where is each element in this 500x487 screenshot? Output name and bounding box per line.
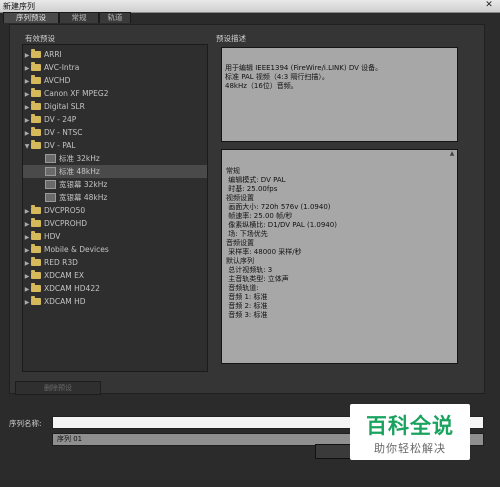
window-title: 新建序列 [3, 2, 35, 11]
tree-item-standard-32khz[interactable]: 标准 32kHz [23, 152, 207, 165]
tree-item-red-r3d[interactable]: ▶ RED R3D [23, 256, 207, 269]
tree-item-avchd[interactable]: ▶ AVCHD [23, 74, 207, 87]
folder-icon [31, 217, 41, 227]
details-line: 音频设置 [226, 239, 254, 247]
description-line: 48kHz（16位）音频。 [225, 82, 298, 90]
details-line: 画面大小: 720h 576v (1.0940) [226, 203, 331, 211]
details-line: 音频 3: 标准 [226, 311, 268, 319]
tab-tracks[interactable]: 轨道 [99, 12, 131, 23]
preset-file-icon [45, 192, 56, 202]
scroll-up-icon[interactable]: ▲ [448, 151, 456, 157]
details-line: 帧速率: 25.00 帧/秒 [226, 212, 293, 220]
details-line: 音频轨道: [226, 284, 259, 292]
tab-general[interactable]: 常规 [59, 12, 99, 23]
tree-item-dv-24p[interactable]: ▶ DV - 24P [23, 113, 207, 126]
description-line: 标准 PAL 视频（4:3 隔行扫描）。 [225, 73, 329, 81]
details-line: 像素纵横比: D1/DV PAL (1.0940) [226, 221, 337, 229]
tree-item-xdcam-hd422[interactable]: ▶ XDCAM HD422 [23, 282, 207, 295]
folder-icon [31, 126, 41, 136]
details-line: 主音轨类型: 立体声 [226, 275, 289, 283]
details-line: 视频设置 [226, 194, 254, 202]
tree-item-xdcam-ex[interactable]: ▶ XDCAM EX [23, 269, 207, 282]
tree-item-arri[interactable]: ▶ ARRI [23, 48, 207, 61]
tree-item-dv-ntsc[interactable]: ▶ DV - NTSC [23, 126, 207, 139]
chevron-right-icon[interactable]: ▶ [23, 296, 31, 309]
tree-item-widescreen-32khz[interactable]: 宽银幕 32kHz [23, 178, 207, 191]
folder-icon [31, 230, 41, 240]
preset-file-icon [45, 153, 56, 163]
folder-icon [31, 282, 41, 292]
preset-file-icon [45, 179, 56, 189]
folder-icon [31, 204, 41, 214]
tree-item-canon-xf[interactable]: ▶ Canon XF MPEG2 [23, 87, 207, 100]
details-line: 常规 [226, 167, 240, 175]
suggestion-text: 序列 01 [57, 435, 83, 443]
tree-item-dvcpro50[interactable]: ▶ DVCPRO50 [23, 204, 207, 217]
available-presets-label: 有效预设 [25, 34, 55, 43]
tree-item-avc-intra[interactable]: ▶ AVC-Intra [23, 61, 207, 74]
details-line: 时基: 25.00fps [226, 185, 278, 193]
tree-item-dvcprohd[interactable]: ▶ DVCPROHD [23, 217, 207, 230]
details-line: 场: 下场优先 [226, 230, 268, 238]
tree-item-mobile-devices[interactable]: ▶ Mobile & Devices [23, 243, 207, 256]
details-line: 采样率: 48000 采样/秒 [226, 248, 302, 256]
description-line: 用于编辑 IEEE1394 (FireWire/i.LINK) DV 设备。 [225, 64, 383, 72]
preset-description-label: 预设描述 [216, 34, 246, 43]
folder-icon [31, 139, 41, 149]
folder-icon [31, 74, 41, 84]
folder-icon [31, 269, 41, 279]
delete-preset-button[interactable]: 删除预设 [15, 381, 101, 395]
details-line: 默认序列 [226, 257, 254, 265]
folder-icon [31, 61, 41, 71]
details-line: 音频 2: 标准 [226, 302, 268, 310]
watermark-sub-text: 助你轻松解决 [374, 442, 446, 455]
details-line: 总计视频轨: 3 [226, 266, 273, 274]
folder-icon [31, 113, 41, 123]
tree-item-standard-48khz[interactable]: 标准 48kHz [23, 165, 207, 178]
details-line: 编辑模式: DV PAL [226, 176, 286, 184]
watermark-logo: 百科全说 助你轻松解决 [350, 404, 470, 460]
tree-item-digital-slr[interactable]: ▶ Digital SLR [23, 100, 207, 113]
folder-icon [31, 87, 41, 97]
tree-item-xdcam-hd[interactable]: ▶ XDCAM HD [23, 295, 207, 308]
folder-icon [31, 256, 41, 266]
tree-item-dv-pal[interactable]: ▼ DV - PAL [23, 139, 207, 152]
close-icon[interactable]: ✕ [482, 0, 496, 11]
folder-icon [31, 48, 41, 58]
tab-sequence-presets[interactable]: 序列预设 [3, 12, 59, 23]
details-line: 音频 1: 标准 [226, 293, 268, 301]
sequence-name-label: 序列名称: [9, 419, 42, 428]
tree-item-hdv[interactable]: ▶ HDV [23, 230, 207, 243]
preset-file-icon [45, 166, 56, 176]
folder-icon [31, 243, 41, 253]
watermark-main-text: 百科全说 [366, 414, 454, 438]
preset-description-text: 用于编辑 IEEE1394 (FireWire/i.LINK) DV 设备。 标… [221, 47, 458, 142]
folder-icon [31, 295, 41, 305]
tree-item-widescreen-48khz[interactable]: 宽银幕 48kHz [23, 191, 207, 204]
preset-details-text: ▲ 常规 编辑模式: DV PAL 时基: 25.00fps 视频设置 画面大小… [221, 149, 458, 364]
folder-icon [31, 100, 41, 110]
preset-tree[interactable]: ▶ ARRI ▶ AVC-Intra ▶ AVCHD ▶ Canon XF MPEG2 … [22, 44, 208, 372]
